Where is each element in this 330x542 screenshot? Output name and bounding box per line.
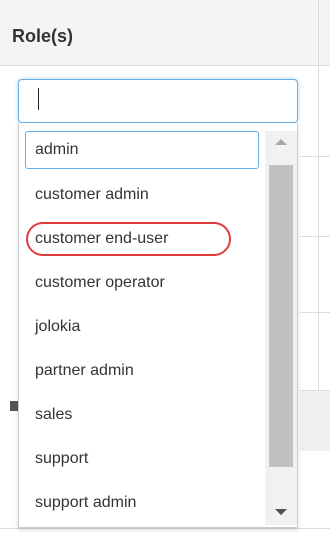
option-customer-end-user[interactable]: customer end-user (19, 217, 264, 261)
table-header: Role(s) (0, 0, 330, 66)
option-sales[interactable]: sales (19, 393, 264, 437)
table-row-divider (300, 312, 330, 313)
option-partner-admin[interactable]: partner admin (19, 349, 264, 393)
scroll-down-arrow-icon[interactable] (275, 509, 287, 515)
option-admin[interactable]: admin (25, 131, 259, 169)
column-divider (318, 0, 319, 400)
row-marker (10, 401, 18, 411)
table-row-divider (300, 156, 330, 157)
page: Role(s) admin customer admin customer en… (0, 0, 330, 542)
role-search-input[interactable] (18, 79, 298, 123)
table-row-divider (300, 236, 330, 237)
text-caret (38, 88, 39, 110)
option-jolokia[interactable]: jolokia (19, 305, 264, 349)
option-support[interactable]: support (19, 437, 264, 481)
roles-dropdown-list[interactable]: admin customer admin customer end-user c… (18, 123, 298, 528)
option-customer-admin[interactable]: customer admin (19, 173, 264, 217)
table-row-background (300, 390, 330, 451)
scrollbar-thumb[interactable] (269, 165, 293, 467)
table-bottom-divider (0, 528, 330, 529)
scroll-up-arrow-icon[interactable] (275, 139, 287, 145)
option-customer-operator[interactable]: customer operator (19, 261, 264, 305)
roles-column-header[interactable]: Role(s) (12, 26, 73, 47)
dropdown-scrollbar[interactable] (265, 131, 297, 525)
option-support-admin[interactable]: support admin (19, 481, 264, 525)
